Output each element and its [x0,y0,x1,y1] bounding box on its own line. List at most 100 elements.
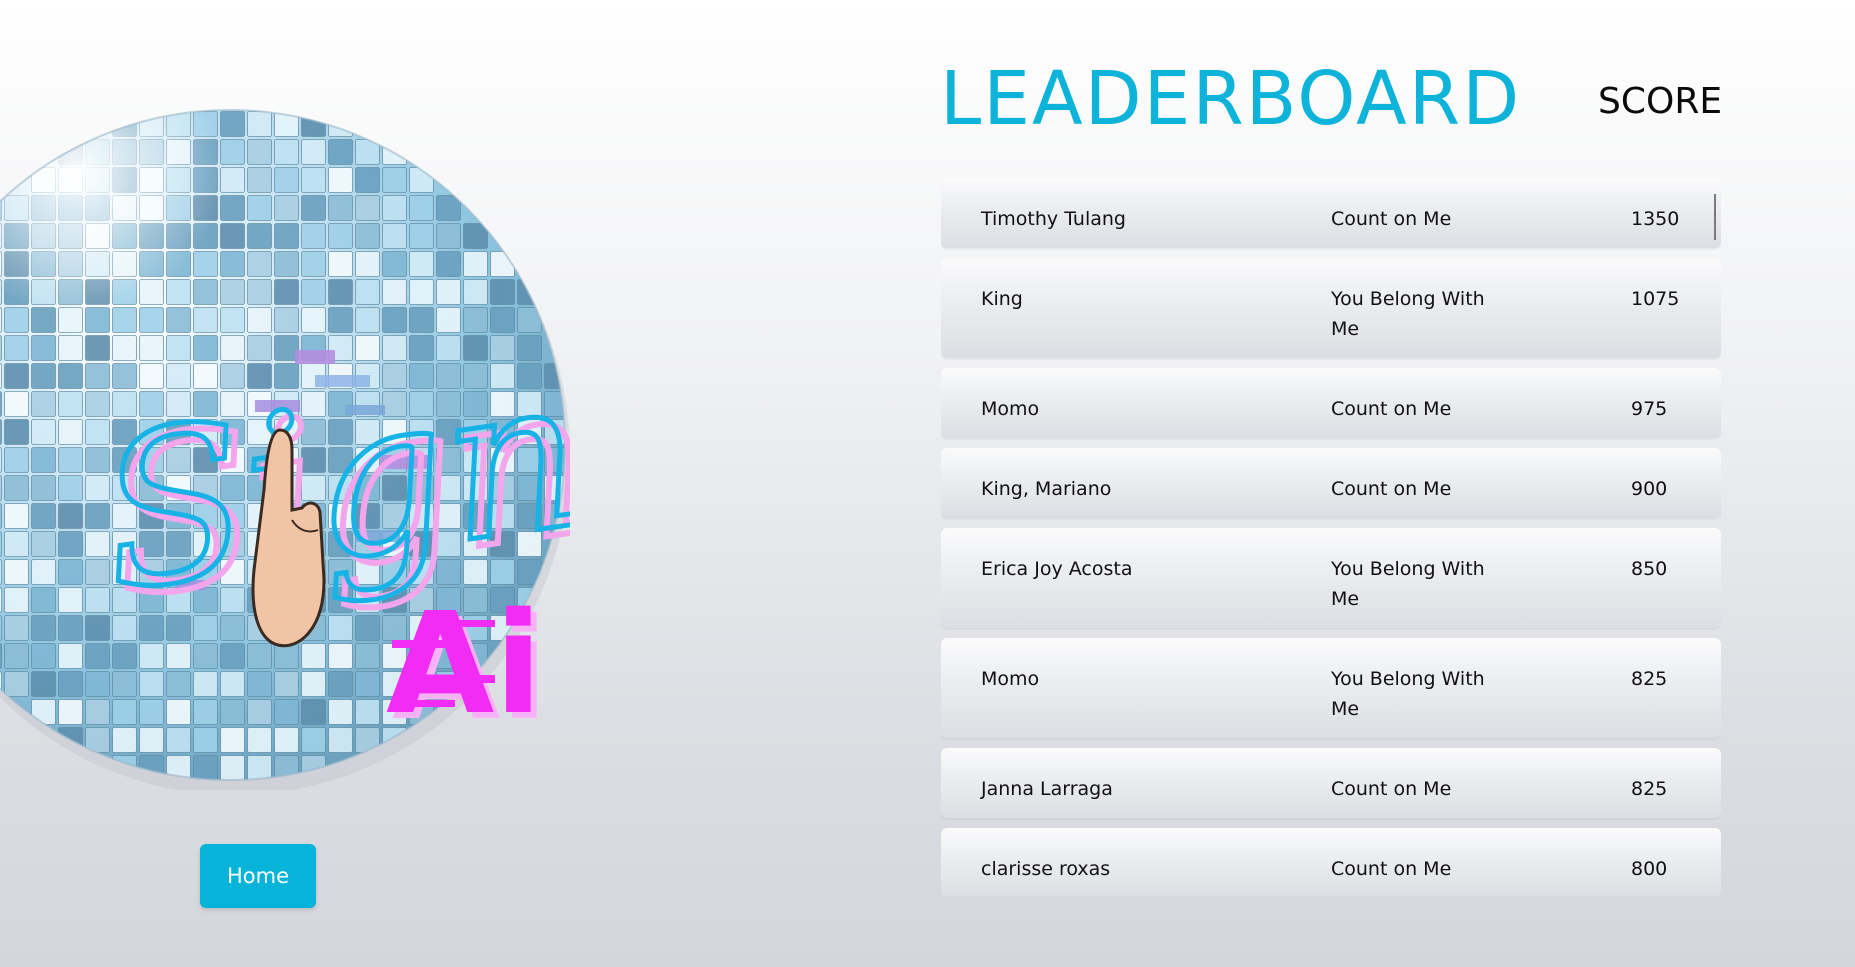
disco-tile [0,363,2,389]
player-score: 825 [1631,668,1668,690]
disco-tile [220,699,245,725]
disco-tile [0,587,2,613]
disco-tile [0,447,2,473]
disco-tile [463,307,488,333]
leaderboard-row: Timothy Tulang Count on Me 1350 [941,178,1721,248]
disco-tile [355,251,380,277]
disco-tile [463,251,488,277]
disco-tile [112,699,137,725]
disco-tile [490,307,515,333]
disco-tile [436,279,461,305]
disco-tile [85,699,110,725]
disco-tile [355,223,380,249]
disco-tile [301,671,326,697]
disco-tile [355,615,380,641]
disco-tile [409,195,434,221]
player-score: 800 [1631,858,1668,880]
disco-tile [409,307,434,333]
disco-tile [58,699,83,725]
disco-tile [355,671,380,697]
disco-tile [193,755,218,780]
disco-tile [301,643,326,669]
disco-tile [166,643,191,669]
disco-tile [166,699,191,725]
disco-tile [274,699,299,725]
disco-tile [328,615,353,641]
disco-tile [247,643,272,669]
disco-tile [301,727,326,753]
player-name: Timothy Tulang [981,208,1126,230]
disco-tile [328,279,353,305]
disco-tile [31,643,56,669]
song-title: Count on Me [1331,478,1452,500]
disco-tile [139,727,164,753]
disco-tile [166,727,191,753]
signif-ai-logo: Signif Signif Ai Ai [0,109,570,790]
player-score: 850 [1631,558,1668,580]
player-score: 1350 [1631,208,1680,230]
leaderboard-row: Momo You Belong With Me 825 [941,638,1721,738]
song-title: Count on Me [1331,778,1452,800]
disco-tile [328,223,353,249]
player-name: Erica Joy Acosta [981,558,1133,580]
disco-tile [328,307,353,333]
player-name: King, Mariano [981,478,1112,500]
disco-tile [85,587,110,613]
player-score: 825 [1631,778,1668,800]
disco-tile [4,419,29,445]
disco-tile [58,615,83,641]
disco-tile [382,223,407,249]
leaderboard-row: clarisse roxas Count on Me 800 [941,828,1721,896]
disco-tile [328,139,353,165]
disco-tile [112,643,137,669]
disco-tile [58,503,83,529]
disco-tile [328,643,353,669]
disco-tile [247,699,272,725]
disco-tile [382,167,407,193]
disco-tile [382,139,407,165]
disco-tile [328,727,353,753]
disco-tile [436,223,461,249]
disco-tile [0,475,2,501]
home-button[interactable]: Home [200,844,316,908]
leaderboard-row: Janna Larraga Count on Me 825 [941,748,1721,818]
disco-tile [0,419,2,445]
player-name: King [981,288,1023,310]
disco-tile [4,475,29,501]
song-title: Count on Me [1331,398,1452,420]
disco-tile [58,643,83,669]
leaderboard-row: King You Belong With Me 1075 [941,258,1721,358]
disco-tile [31,475,56,501]
disco-tile [139,699,164,725]
disco-tile [58,447,83,473]
disco-tile [58,587,83,613]
disco-tile [355,167,380,193]
disco-tile [463,279,488,305]
disco-tile [139,671,164,697]
disco-tile [31,419,56,445]
disco-tile [166,671,191,697]
disco-tile [112,727,137,753]
disco-tile [274,643,299,669]
disco-tile [31,503,56,529]
scrollbar-thumb[interactable] [1714,194,1716,240]
disco-tile [301,699,326,725]
disco-tile [247,671,272,697]
song-title: Count on Me [1331,208,1452,230]
disco-tile [0,531,2,557]
disco-tile [409,279,434,305]
disco-tile [382,279,407,305]
leaderboard-list[interactable]: Timothy Tulang Count on Me 1350 King You… [941,178,1721,896]
disco-tile [355,643,380,669]
disco-tile [4,587,29,613]
player-name: clarisse roxas [981,858,1111,880]
player-score: 1075 [1631,288,1680,310]
disco-tile [409,251,434,277]
disco-tile [382,195,407,221]
disco-tile [85,643,110,669]
disco-tile [0,391,2,417]
disco-tile [85,671,110,697]
disco-tile [4,447,29,473]
disco-tile [31,531,56,557]
player-name: Janna Larraga [981,778,1113,800]
